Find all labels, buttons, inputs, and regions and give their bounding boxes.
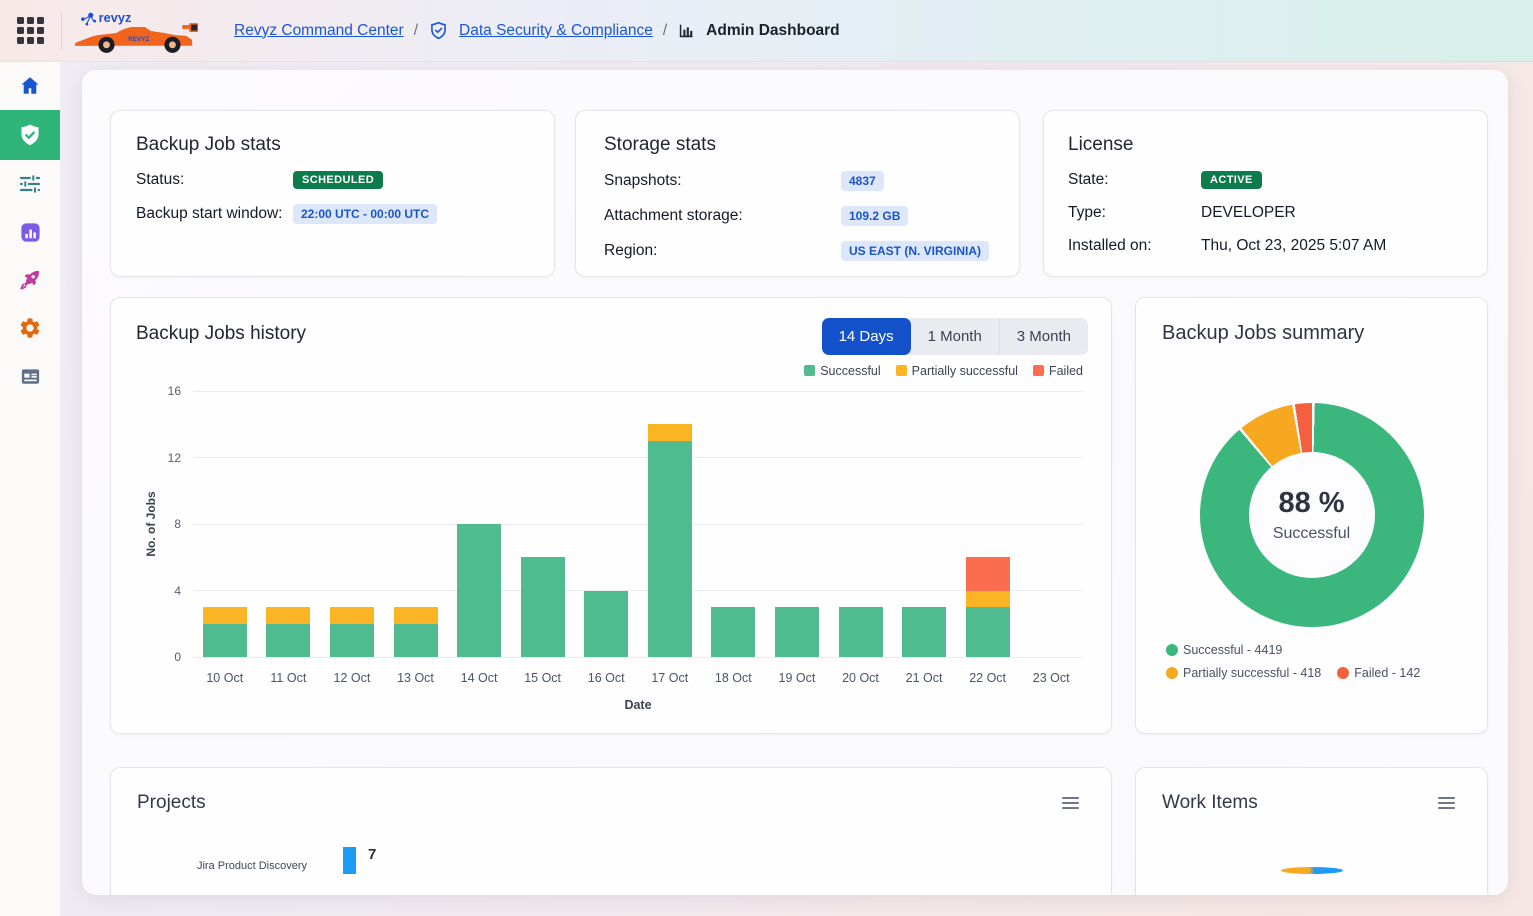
region-label: Region: [604,242,841,260]
shield-check-icon [428,20,449,41]
backup-window-badge: 22:00 UTC - 00:00 UTC [293,204,437,224]
app-grid-button[interactable] [17,17,44,44]
header-divider [61,12,62,50]
history-stacked-bar-chart: No. of Jobs 0481216 10 Oct11 Oct12 Oct13… [135,384,1090,714]
shield-check-icon [17,122,43,148]
backup-job-stats-card: Backup Job stats Status: SCHEDULED Backu… [110,110,555,277]
work-items-menu-icon[interactable] [1436,795,1457,812]
projects-title: Projects [137,792,206,814]
history-y-ticks: 0481216 [135,391,181,657]
work-items-card: Work Items [1135,767,1488,895]
tab-3-month[interactable]: 3 Month [999,318,1088,355]
license-installed-value: Thu, Oct 23, 2025 5:07 AM [1201,237,1386,255]
storage-stats-card: Storage stats Snapshots: 4837 Attachment… [575,110,1020,277]
summary-legend-item: Successful - 4419 [1166,643,1466,657]
sidebar-item-audit-log[interactable] [0,352,60,400]
summary-legend-item: Partially successful - 418 [1166,666,1321,680]
main-panel: Backup Job stats Status: SCHEDULED Backu… [82,70,1508,895]
tab-1-month[interactable]: 1 Month [911,318,999,355]
donut-percent-label: Successful [1273,525,1350,543]
work-items-title: Work Items [1162,792,1258,814]
license-installed-label: Installed on: [1068,237,1201,255]
sidebar-item-home[interactable] [0,62,60,110]
backup-jobs-summary-card: Backup Jobs summary 88 % Successful Succ… [1135,297,1488,734]
attachment-storage-value-badge: 109.2 GB [841,206,908,226]
breadcrumb-link-command-center[interactable]: Revyz Command Center [234,22,404,40]
history-range-tabs: 14 Days 1 Month 3 Month [822,318,1088,355]
projects-card: Projects Jira Product Discovery 7 [110,767,1112,895]
tab-14-days[interactable]: 14 Days [822,318,911,355]
history-x-ticks: 10 Oct11 Oct12 Oct13 Oct14 Oct15 Oct16 O… [193,671,1083,687]
status-label: Status: [136,171,293,189]
breadcrumb-link-data-security[interactable]: Data Security & Compliance [459,22,653,40]
revyz-logo[interactable]: revyz REVYZ [74,8,202,54]
projects-menu-icon[interactable] [1060,795,1081,812]
backup-window-label: Backup start window: [136,205,293,223]
backup-jobs-history-title: Backup Jobs history [136,323,306,345]
backup-jobs-summary-title: Backup Jobs summary [1162,322,1364,345]
sidebar-item-settings[interactable] [0,304,60,352]
svg-text:REVYZ: REVYZ [128,35,149,42]
history-chart-legend: SuccessfulPartially successfulFailed [804,364,1083,378]
region-value-badge: US EAST (N. VIRGINIA) [841,241,989,261]
license-state-label: State: [1068,171,1201,189]
sidebar-item-data-security[interactable] [0,110,60,160]
breadcrumb-separator: / [663,22,667,40]
summary-legend: Successful - 4419 Partially successful - … [1166,643,1466,680]
projects-bar-row: Jira Product Discovery 7 [111,846,1111,874]
history-plot-area [193,391,1083,657]
license-state-badge: ACTIVE [1201,171,1262,189]
license-title: License [1068,134,1463,156]
sidebar-item-launch[interactable] [0,256,60,304]
home-icon [18,74,42,98]
snapshots-label: Snapshots: [604,172,841,190]
storage-stats-title: Storage stats [604,134,991,156]
project-category-label: Jira Product Discovery [111,860,307,872]
bar-chart-square-icon [19,221,42,244]
history-x-axis-label: Date [193,698,1083,712]
svg-text:revyz: revyz [99,10,132,25]
journal-icon [19,365,42,388]
donut-percent-value: 88 % [1278,487,1344,520]
project-bar [343,847,356,874]
summary-donut-chart: 88 % Successful [1200,403,1424,627]
sidebar [0,62,60,916]
top-header: revyz REVYZ Revyz Command Center / Data … [0,0,1533,62]
status-badge: SCHEDULED [293,171,383,189]
donut-center: 88 % Successful [1249,452,1375,578]
license-card: License State: ACTIVE Type: DEVELOPER In… [1043,110,1488,277]
sidebar-item-reports[interactable] [0,208,60,256]
snapshots-value-badge: 4837 [841,171,884,191]
breadcrumb-current-admin-dashboard: Admin Dashboard [706,22,839,40]
attachment-storage-label: Attachment storage: [604,207,841,225]
breadcrumb: Revyz Command Center / Data Security & C… [234,20,840,41]
backup-job-stats-title: Backup Job stats [136,134,529,156]
backup-jobs-history-card: Backup Jobs history 14 Days 1 Month 3 Mo… [110,297,1112,734]
work-items-pie-sliver [1281,867,1343,874]
gear-icon [18,316,42,340]
bar-chart-icon [677,21,696,40]
sidebar-item-configuration[interactable] [0,160,60,208]
license-type-value: DEVELOPER [1201,204,1296,222]
rocket-icon [18,268,42,292]
breadcrumb-separator: / [414,22,418,40]
revyz-car-logo-icon: revyz REVYZ [74,8,202,54]
project-bar-value: 7 [368,846,376,863]
sliders-icon [18,172,42,196]
summary-legend-item: Failed - 142 [1337,666,1420,680]
license-type-label: Type: [1068,204,1201,222]
